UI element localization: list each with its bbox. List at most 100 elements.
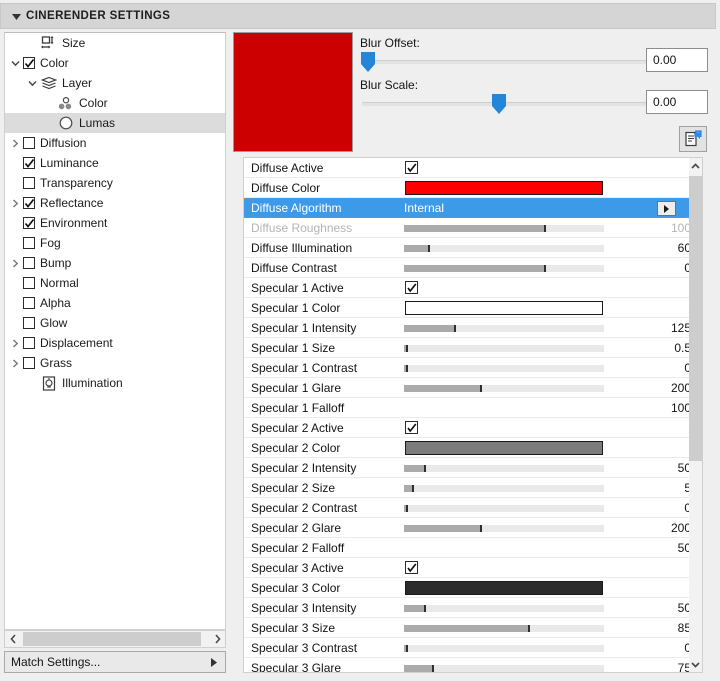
property-row[interactable]: Specular 3 Glare 75 (244, 658, 702, 672)
property-row[interactable]: Specular 3 Size 85 (244, 618, 702, 638)
tree-item-glow[interactable]: Glow (5, 313, 225, 333)
property-slider-track[interactable] (404, 605, 604, 612)
property-slider-marker[interactable] (480, 385, 482, 392)
property-color-swatch[interactable] (405, 441, 603, 455)
property-dropdown-value[interactable]: Internal (404, 198, 444, 218)
property-slider-track[interactable] (404, 365, 604, 372)
property-row[interactable]: Specular 3 Intensity 50 (244, 598, 702, 618)
tree-item-environment[interactable]: Environment (5, 213, 225, 233)
property-checkbox[interactable] (405, 421, 418, 434)
property-row[interactable]: Specular 2 Active (244, 418, 702, 438)
property-slider-marker[interactable] (406, 505, 408, 512)
tree-item-grass[interactable]: Grass (5, 353, 225, 373)
tree-item-layer[interactable]: Layer (5, 73, 225, 93)
property-slider-marker[interactable] (406, 365, 408, 372)
tree-item-lumas[interactable]: Lumas (5, 113, 225, 133)
chevron-right-icon[interactable] (7, 333, 23, 353)
tree-item-checkbox[interactable] (23, 177, 35, 189)
property-slider-track[interactable] (404, 625, 604, 632)
property-row[interactable]: Specular 1 Contrast 0 (244, 358, 702, 378)
property-row[interactable]: Specular 1 Falloff 100 (244, 398, 702, 418)
property-scroll-track[interactable] (689, 173, 702, 657)
chevron-right-icon[interactable] (7, 193, 23, 213)
tree-item-checkbox[interactable] (23, 137, 35, 149)
property-slider-marker[interactable] (544, 225, 546, 232)
tree-item-luminance[interactable]: Luminance (5, 153, 225, 173)
property-row[interactable]: Diffuse Color (244, 178, 702, 198)
tree-item-alpha[interactable]: Alpha (5, 293, 225, 313)
tree-item-normal[interactable]: Normal (5, 273, 225, 293)
tree-item-checkbox[interactable] (23, 257, 35, 269)
chevron-right-icon[interactable] (7, 133, 23, 153)
property-slider-marker[interactable] (480, 525, 482, 532)
property-list-vertical-scrollbar[interactable] (689, 158, 702, 672)
match-settings-button[interactable]: Match Settings... (4, 651, 226, 673)
property-slider-track[interactable] (404, 665, 604, 672)
blur-scale-slider-knob[interactable] (491, 94, 506, 114)
property-slider-marker[interactable] (424, 465, 426, 472)
property-row[interactable]: Specular 1 Glare 200 (244, 378, 702, 398)
tree-item-illumination[interactable]: Illumination (5, 373, 225, 393)
tree-item-fog[interactable]: Fog (5, 233, 225, 253)
property-value[interactable]: 200 (671, 378, 691, 398)
property-slider-track[interactable] (404, 485, 604, 492)
property-row[interactable]: Specular 1 Intensity 125 (244, 318, 702, 338)
property-checkbox[interactable] (405, 561, 418, 574)
channel-tree[interactable]: Size Color Layer Color Lumas Diffusion Luminan… (4, 32, 226, 630)
property-slider-marker[interactable] (424, 605, 426, 612)
property-value[interactable]: 100 (671, 218, 691, 238)
triangle-right-icon[interactable] (657, 201, 676, 216)
tree-item-checkbox[interactable] (23, 277, 35, 289)
tree-item-checkbox[interactable] (23, 317, 35, 329)
property-slider-marker[interactable] (528, 625, 530, 632)
property-slider-track[interactable] (404, 225, 604, 232)
property-slider-marker[interactable] (432, 665, 434, 672)
property-slider-track[interactable] (404, 385, 604, 392)
property-slider-marker[interactable] (412, 485, 414, 492)
blur-offset-slider-track[interactable] (362, 60, 647, 64)
property-row[interactable]: Specular 3 Active (244, 558, 702, 578)
tree-horizontal-scrollbar[interactable] (4, 630, 226, 648)
tree-item-displacement[interactable]: Displacement (5, 333, 225, 353)
property-slider-track[interactable] (404, 465, 604, 472)
property-value[interactable]: 200 (671, 518, 691, 538)
chevron-right-icon[interactable] (7, 353, 23, 373)
property-scroll-thumb[interactable] (689, 176, 702, 461)
property-slider-track[interactable] (404, 525, 604, 532)
property-row[interactable]: Specular 1 Color (244, 298, 702, 318)
property-row[interactable]: Specular 1 Active (244, 278, 702, 298)
property-color-swatch[interactable] (405, 581, 603, 595)
property-row[interactable]: Specular 2 Size 5 (244, 478, 702, 498)
chevron-down-icon[interactable] (689, 657, 702, 672)
property-slider-track[interactable] (404, 245, 604, 252)
property-slider-track[interactable] (404, 265, 604, 272)
material-preview-swatch[interactable] (233, 32, 353, 152)
property-slider-marker[interactable] (406, 345, 408, 352)
chevron-down-icon[interactable] (7, 53, 23, 73)
tree-item-color[interactable]: Color (5, 53, 225, 73)
tree-scroll-thumb[interactable] (23, 632, 201, 646)
property-row[interactable]: Specular 2 Color (244, 438, 702, 458)
blur-offset-value-input[interactable]: 0.00 (646, 48, 708, 72)
blur-scale-value-input[interactable]: 0.00 (646, 90, 708, 114)
property-row[interactable]: Diffuse Contrast 0 (244, 258, 702, 278)
property-row[interactable]: Diffuse Illumination 60 (244, 238, 702, 258)
property-row[interactable]: Specular 2 Contrast 0 (244, 498, 702, 518)
document-arrow-icon[interactable] (679, 126, 707, 152)
property-row[interactable]: Specular 2 Falloff 50 (244, 538, 702, 558)
property-row[interactable]: Specular 3 Color (244, 578, 702, 598)
triangle-down-icon[interactable] (7, 13, 25, 20)
property-row[interactable]: Specular 3 Contrast 0 (244, 638, 702, 658)
property-row[interactable]: Specular 2 Intensity 50 (244, 458, 702, 478)
tree-item-checkbox[interactable] (23, 297, 35, 309)
tree-item-checkbox[interactable] (23, 157, 35, 169)
tree-item-diffusion[interactable]: Diffusion (5, 133, 225, 153)
property-value[interactable]: 125 (671, 318, 691, 338)
property-slider-marker[interactable] (406, 645, 408, 652)
tree-item-checkbox[interactable] (23, 57, 35, 69)
chevron-up-icon[interactable] (689, 158, 702, 173)
property-row[interactable]: Diffuse Algorithm Internal (244, 198, 702, 218)
tree-item-bump[interactable]: Bump (5, 253, 225, 273)
property-slider-track[interactable] (404, 645, 604, 652)
property-slider-marker[interactable] (454, 325, 456, 332)
